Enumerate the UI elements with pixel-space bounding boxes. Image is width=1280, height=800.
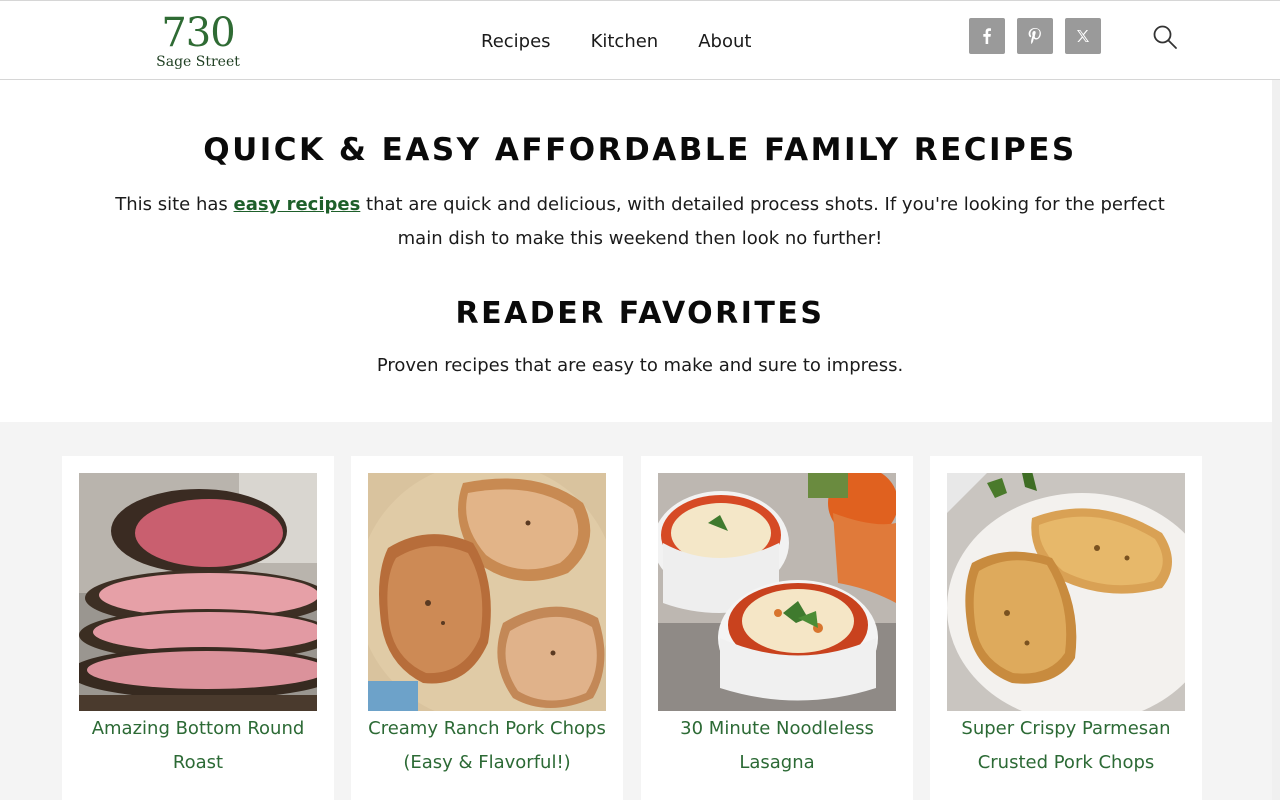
reader-favorites-grid: Amazing Bottom Round Roast Creamy Ranch … — [0, 422, 1272, 800]
search-button[interactable] — [1151, 23, 1179, 51]
facebook-icon — [983, 28, 991, 44]
recipe-title[interactable]: Amazing Bottom Round Roast — [70, 712, 326, 780]
nav-item-recipes[interactable]: Recipes — [481, 31, 551, 52]
recipe-image-lasagna[interactable] — [658, 473, 896, 711]
site-header: 730 Sage Street Recipes Kitchen About — [0, 0, 1280, 80]
recipe-title[interactable]: 30 Minute Noodleless Lasagna — [649, 712, 905, 780]
recipe-card[interactable]: Super Crispy Parmesan Crusted Pork Chops — [930, 456, 1202, 800]
x-twitter-icon — [1077, 30, 1089, 42]
intro-paragraph: This site has easy recipes that are quic… — [100, 188, 1180, 256]
nav-item-kitchen[interactable]: Kitchen — [591, 31, 659, 52]
intro-section: QUICK & EASY AFFORDABLE FAMILY RECIPES T… — [0, 80, 1280, 376]
main-nav: Recipes Kitchen About — [481, 31, 751, 52]
intro-text-before: This site has — [115, 194, 234, 215]
site-logo[interactable]: 730 Sage Street — [156, 13, 240, 69]
logo-subtitle: Sage Street — [156, 54, 240, 70]
recipe-title[interactable]: Creamy Ranch Pork Chops (Easy & Flavorfu… — [359, 712, 615, 780]
logo-number: 730 — [161, 10, 235, 56]
easy-recipes-link[interactable]: easy recipes — [234, 194, 361, 215]
intro-text-after: that are quick and delicious, with detai… — [360, 194, 1165, 249]
favorites-subtitle: Proven recipes that are easy to make and… — [376, 355, 904, 376]
pinterest-button[interactable] — [1017, 18, 1053, 54]
social-links — [969, 18, 1101, 54]
pinterest-icon — [1028, 28, 1041, 44]
facebook-button[interactable] — [969, 18, 1005, 54]
recipe-image-parmesan-pork[interactable] — [947, 473, 1185, 711]
nav-item-about[interactable]: About — [698, 31, 751, 52]
recipe-card[interactable]: Creamy Ranch Pork Chops (Easy & Flavorfu… — [351, 456, 623, 800]
recipe-title[interactable]: Super Crispy Parmesan Crusted Pork Chops — [938, 712, 1194, 780]
page-title: QUICK & EASY AFFORDABLE FAMILY RECIPES — [203, 132, 1077, 168]
recipe-image-roast[interactable] — [79, 473, 317, 711]
recipe-card[interactable]: Amazing Bottom Round Roast — [62, 456, 334, 800]
x-twitter-button[interactable] — [1065, 18, 1101, 54]
favorites-heading: READER FAVORITES — [455, 296, 825, 331]
recipe-card[interactable]: 30 Minute Noodleless Lasagna — [641, 456, 913, 800]
page-scrollbar[interactable] — [1272, 80, 1280, 800]
search-icon — [1153, 25, 1177, 49]
recipe-image-ranch-pork[interactable] — [368, 473, 606, 711]
